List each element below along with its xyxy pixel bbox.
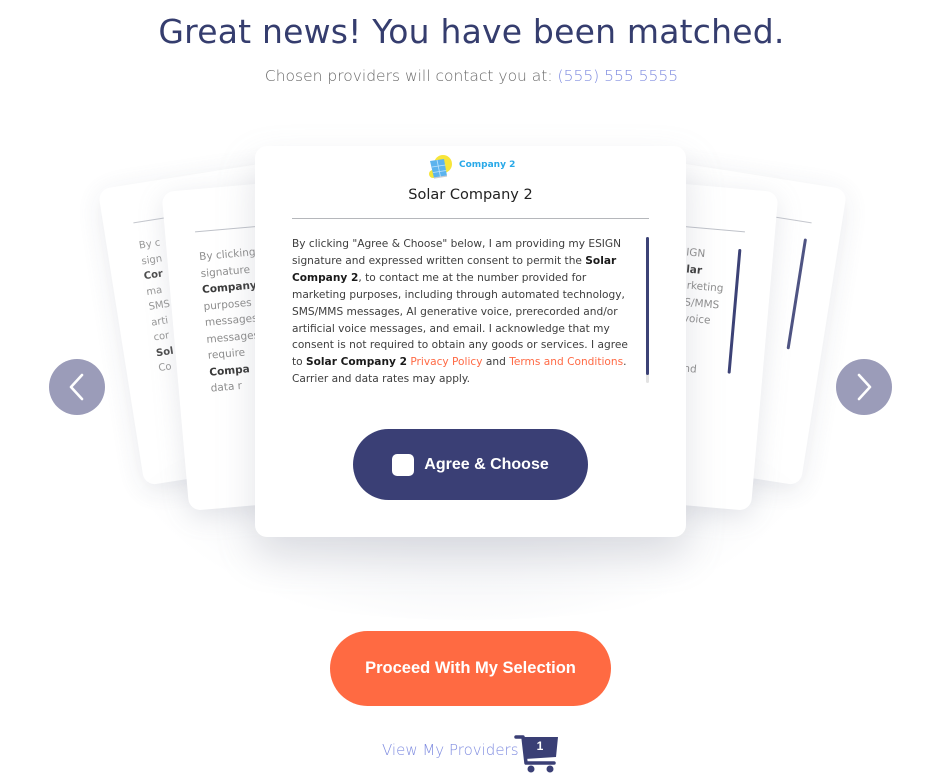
card-preview-line: Cor <box>143 268 164 283</box>
consent-text: By clicking "Agree & Choose" below, I am… <box>292 236 640 384</box>
chevron-right-icon <box>857 373 872 401</box>
consent-text-part: and <box>482 356 510 369</box>
consent-company-name: Solar Company 2 <box>306 356 407 369</box>
agree-checkbox[interactable] <box>392 453 415 476</box>
agree-choose-label: Agree & Choose <box>424 455 549 473</box>
proceed-button[interactable]: Proceed With My Selection <box>330 631 611 706</box>
card-scrollbar[interactable] <box>786 238 808 350</box>
cart-count-badge: 1 <box>536 739 544 753</box>
card-scrollbar[interactable] <box>727 248 742 374</box>
carousel-prev-button[interactable] <box>49 359 105 415</box>
terms-link[interactable]: Terms and Conditions <box>509 356 623 368</box>
solar-panel-icon <box>429 155 452 179</box>
chevron-left-icon <box>69 373 84 401</box>
consent-text-part: By clicking "Agree & Choose" below, I am… <box>292 238 622 267</box>
contact-phone: (555) 555 5555 <box>557 67 679 85</box>
card-preview-line: SMS <box>147 298 171 313</box>
card-divider <box>292 218 649 219</box>
provider-carousel: By csignCormaSMSarticorSolCo g e By clic… <box>0 110 943 620</box>
view-providers-link[interactable]: View My Providers <box>382 741 519 759</box>
company-name: Solar Company 2 <box>408 187 533 203</box>
agree-choose-button[interactable]: Agree & Choose <box>353 429 588 500</box>
consent-scroll-thumb[interactable] <box>646 237 649 375</box>
cart-button[interactable]: 1 <box>514 733 560 773</box>
company-logo: Company 2 <box>427 154 517 180</box>
provider-card-active: Company 2 Solar Company 2 By clicking "A… <box>255 146 686 537</box>
consent-scrollbar[interactable] <box>646 237 649 383</box>
consent-text-part: , to contact me at the number provided f… <box>292 271 628 369</box>
contact-subtitle: Chosen providers will contact you at: (5… <box>0 67 943 85</box>
match-results-page: Great news! You have been matched. Chose… <box>0 0 943 781</box>
contact-subtitle-text: Chosen providers will contact you at: <box>264 67 553 85</box>
logo-text: Company 2 <box>459 160 516 170</box>
privacy-policy-link[interactable]: Privacy Policy <box>410 356 482 368</box>
carousel-next-button[interactable] <box>836 359 892 415</box>
page-title: Great news! You have been matched. <box>158 12 785 51</box>
